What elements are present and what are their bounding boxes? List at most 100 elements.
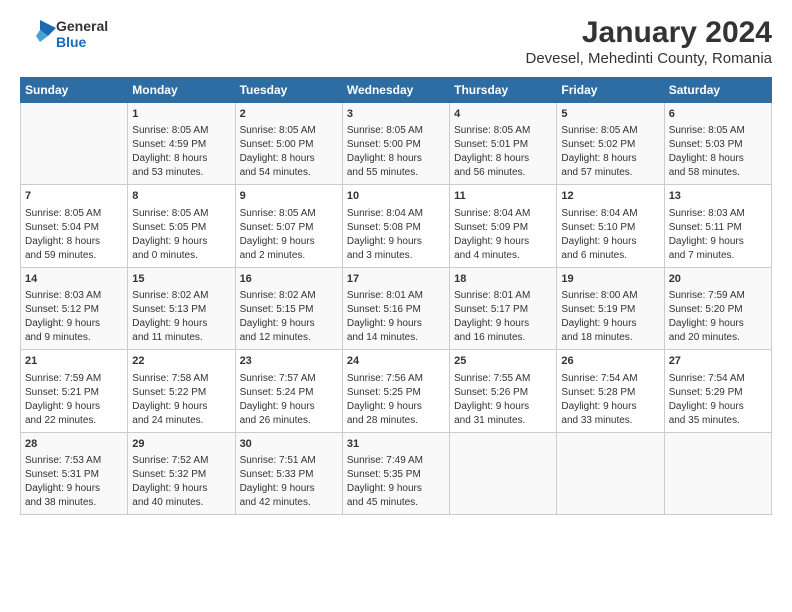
day-number: 18 — [454, 272, 552, 287]
day-info-line: Sunset: 5:26 PM — [454, 386, 552, 400]
day-info-line: Sunset: 5:20 PM — [669, 303, 767, 317]
day-info-line: Daylight: 9 hours — [561, 317, 659, 331]
cell-w5-d6 — [557, 432, 664, 514]
cell-w2-d7: 13Sunrise: 8:03 AMSunset: 5:11 PMDayligh… — [664, 185, 771, 267]
day-info-line: Daylight: 9 hours — [669, 400, 767, 414]
day-info-line: Sunset: 5:22 PM — [132, 386, 230, 400]
day-info-line: Daylight: 9 hours — [561, 235, 659, 249]
day-info-line: and 22 minutes. — [25, 414, 123, 428]
day-info-line: Sunset: 5:04 PM — [25, 221, 123, 235]
day-info-line: Daylight: 9 hours — [132, 235, 230, 249]
day-info-line: and 56 minutes. — [454, 166, 552, 180]
day-info-line: Sunrise: 7:57 AM — [240, 372, 338, 386]
cell-w3-d3: 16Sunrise: 8:02 AMSunset: 5:15 PMDayligh… — [235, 267, 342, 349]
cell-w2-d3: 9Sunrise: 8:05 AMSunset: 5:07 PMDaylight… — [235, 185, 342, 267]
cell-w2-d5: 11Sunrise: 8:04 AMSunset: 5:09 PMDayligh… — [450, 185, 557, 267]
day-info-line: Sunrise: 8:04 AM — [454, 207, 552, 221]
day-info-line: Sunrise: 8:05 AM — [561, 124, 659, 138]
day-info-line: Daylight: 9 hours — [454, 317, 552, 331]
day-number: 8 — [132, 189, 230, 204]
day-info-line: Sunrise: 7:54 AM — [669, 372, 767, 386]
day-info-line: Daylight: 8 hours — [669, 152, 767, 166]
day-info-line: Daylight: 9 hours — [347, 400, 445, 414]
day-number: 13 — [669, 189, 767, 204]
day-number: 4 — [454, 107, 552, 122]
day-info-line: Daylight: 9 hours — [347, 235, 445, 249]
day-info-line: and 14 minutes. — [347, 331, 445, 345]
day-number: 20 — [669, 272, 767, 287]
day-info-line: and 42 minutes. — [240, 496, 338, 510]
day-number: 2 — [240, 107, 338, 122]
day-info-line: Sunset: 5:21 PM — [25, 386, 123, 400]
cell-w3-d6: 19Sunrise: 8:00 AMSunset: 5:19 PMDayligh… — [557, 267, 664, 349]
cell-w2-d4: 10Sunrise: 8:04 AMSunset: 5:08 PMDayligh… — [342, 185, 449, 267]
day-number: 10 — [347, 189, 445, 204]
day-info-line: and 31 minutes. — [454, 414, 552, 428]
day-info-line: and 18 minutes. — [561, 331, 659, 345]
day-number: 3 — [347, 107, 445, 122]
day-number: 24 — [347, 354, 445, 369]
day-info-line: Sunrise: 8:05 AM — [132, 207, 230, 221]
day-info-line: Sunrise: 7:54 AM — [561, 372, 659, 386]
cell-w3-d4: 17Sunrise: 8:01 AMSunset: 5:16 PMDayligh… — [342, 267, 449, 349]
cell-w4-d6: 26Sunrise: 7:54 AMSunset: 5:28 PMDayligh… — [557, 350, 664, 432]
day-info-line: Sunrise: 8:05 AM — [347, 124, 445, 138]
logo: GeneralBlue — [20, 16, 108, 52]
col-header-wednesday: Wednesday — [342, 78, 449, 103]
day-number: 7 — [25, 189, 123, 204]
col-header-monday: Monday — [128, 78, 235, 103]
logo-svg — [20, 16, 56, 52]
day-info-line: and 7 minutes. — [669, 249, 767, 263]
day-info-line: Daylight: 9 hours — [240, 482, 338, 496]
col-header-sunday: Sunday — [21, 78, 128, 103]
day-info-line: Daylight: 9 hours — [132, 482, 230, 496]
day-number: 22 — [132, 354, 230, 369]
logo-line1: General — [56, 18, 108, 34]
day-info-line: Sunset: 5:19 PM — [561, 303, 659, 317]
day-info-line: Daylight: 8 hours — [240, 152, 338, 166]
week-row-3: 14Sunrise: 8:03 AMSunset: 5:12 PMDayligh… — [21, 267, 772, 349]
day-info-line: Sunrise: 7:56 AM — [347, 372, 445, 386]
day-number: 16 — [240, 272, 338, 287]
day-info-line: Sunrise: 7:58 AM — [132, 372, 230, 386]
week-row-5: 28Sunrise: 7:53 AMSunset: 5:31 PMDayligh… — [21, 432, 772, 514]
cell-w1-d4: 3 Sunrise: 8:05 AMSunset: 5:00 PMDaylight… — [342, 103, 449, 185]
calendar-title: January 2024 — [525, 16, 772, 50]
day-info-line: Sunset: 5:31 PM — [25, 468, 123, 482]
day-info-line: Sunset: 5:07 PM — [240, 221, 338, 235]
day-info-line: Sunset: 5:09 PM — [454, 221, 552, 235]
day-info-line: Sunrise: 8:05 AM — [240, 124, 338, 138]
day-info-line: Daylight: 9 hours — [669, 235, 767, 249]
cell-w2-d2: 8Sunrise: 8:05 AMSunset: 5:05 PMDaylight… — [128, 185, 235, 267]
day-info-line: Sunrise: 7:59 AM — [25, 372, 123, 386]
day-info-line: Sunrise: 8:03 AM — [669, 207, 767, 221]
day-number: 28 — [25, 437, 123, 452]
header: GeneralBlue January 2024 Devesel, Mehedi… — [20, 16, 772, 67]
day-info-line: Sunset: 5:08 PM — [347, 221, 445, 235]
cell-w1-d6: 5 Sunrise: 8:05 AMSunset: 5:02 PMDaylight… — [557, 103, 664, 185]
day-info-line: Sunset: 4:59 PM — [132, 138, 230, 152]
calendar-table: SundayMondayTuesdayWednesdayThursdayFrid… — [20, 77, 772, 515]
logo-text: GeneralBlue — [56, 18, 108, 50]
col-header-friday: Friday — [557, 78, 664, 103]
cell-w3-d5: 18Sunrise: 8:01 AMSunset: 5:17 PMDayligh… — [450, 267, 557, 349]
day-info-line: Sunset: 5:24 PM — [240, 386, 338, 400]
day-info-line: Daylight: 9 hours — [454, 400, 552, 414]
day-info-line: Daylight: 8 hours — [347, 152, 445, 166]
day-number: 5 — [561, 107, 659, 122]
day-info-line: and 28 minutes. — [347, 414, 445, 428]
cell-w4-d3: 23Sunrise: 7:57 AMSunset: 5:24 PMDayligh… — [235, 350, 342, 432]
cell-w5-d1: 28Sunrise: 7:53 AMSunset: 5:31 PMDayligh… — [21, 432, 128, 514]
day-info-line: Sunrise: 7:59 AM — [669, 289, 767, 303]
day-info-line: and 20 minutes. — [669, 331, 767, 345]
day-info-line: Sunset: 5:28 PM — [561, 386, 659, 400]
day-info-line: Sunrise: 7:51 AM — [240, 454, 338, 468]
day-info-line: Sunset: 5:02 PM — [561, 138, 659, 152]
day-number: 15 — [132, 272, 230, 287]
day-info-line: Sunrise: 8:02 AM — [132, 289, 230, 303]
day-info-line: and 2 minutes. — [240, 249, 338, 263]
col-header-tuesday: Tuesday — [235, 78, 342, 103]
day-info-line: Sunset: 5:00 PM — [347, 138, 445, 152]
day-info-line: and 12 minutes. — [240, 331, 338, 345]
day-info-line: Daylight: 8 hours — [561, 152, 659, 166]
